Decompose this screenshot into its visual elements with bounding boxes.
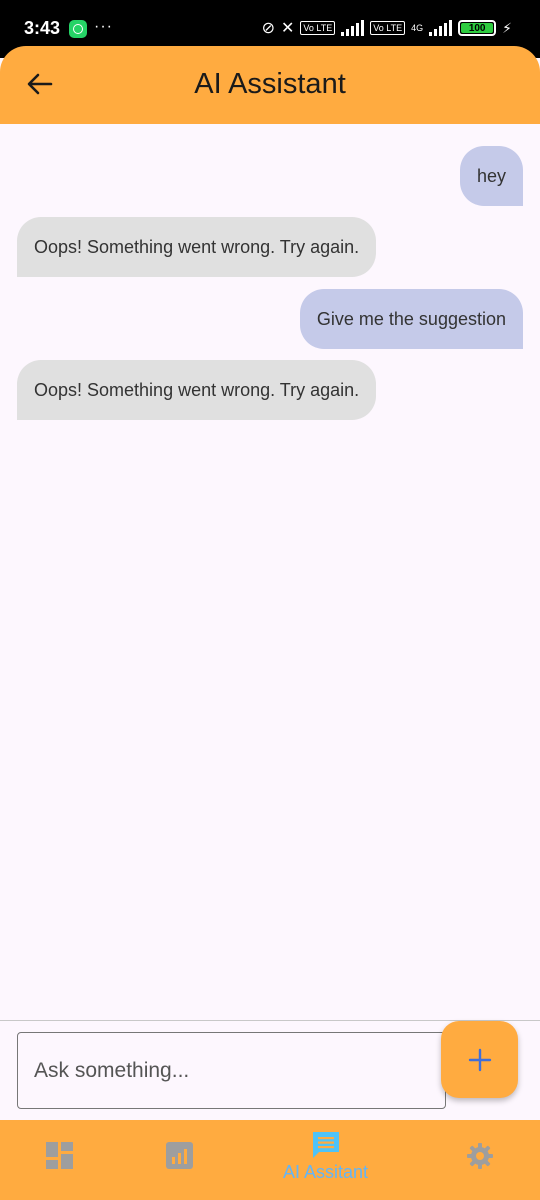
page-title: AI Assistant — [194, 68, 346, 100]
link-icon: ⊘ — [261, 20, 276, 37]
send-button[interactable] — [441, 1021, 518, 1098]
nav-item-dashboard[interactable] — [46, 1142, 73, 1169]
battery-level: 100 — [468, 22, 486, 34]
user-message: hey — [459, 146, 523, 206]
chat-area[interactable]: hey Oops! Something went wrong. Try agai… — [0, 124, 540, 1020]
message-input-container[interactable] — [17, 1032, 446, 1109]
nav-item-ai-assistant[interactable]: AI Assitant — [283, 1130, 368, 1183]
chat-icon — [312, 1132, 339, 1158]
app-bar: AI Assistant — [0, 46, 540, 124]
charging-icon: ⚡ — [502, 19, 512, 36]
whatsapp-icon — [69, 20, 87, 38]
chart-icon — [166, 1142, 193, 1169]
nav-item-settings[interactable] — [466, 1142, 494, 1170]
bot-message: Oops! Something went wrong. Try again. — [17, 360, 377, 420]
network-type: 4G — [411, 23, 424, 33]
bot-message: Oops! Something went wrong. Try again. — [17, 217, 377, 277]
mute-icon: ✕ — [281, 20, 295, 37]
nav-item-analytics[interactable] — [166, 1142, 193, 1169]
signal-1-icon — [341, 20, 365, 36]
more-notifications-icon: ··· — [94, 18, 113, 35]
message-input[interactable] — [34, 1058, 445, 1083]
volte-badge-1: Vo LTE — [300, 21, 336, 35]
nav-label-ai-assistant: AI Assitant — [283, 1162, 369, 1182]
settings-icon — [467, 1143, 493, 1169]
battery-icon: 100 — [458, 20, 497, 36]
signal-2-icon — [429, 20, 453, 36]
status-time: 3:43 — [24, 18, 61, 38]
dashboard-icon — [46, 1142, 73, 1169]
volte-badge-2: Vo LTE — [370, 21, 406, 35]
user-message: Give me the suggestion — [299, 289, 523, 349]
status-icons: ⊘ ✕ Vo LTE Vo LTE 4G 100 ⚡ — [262, 17, 512, 39]
plus-icon — [468, 1048, 491, 1071]
bottom-navigation: AI Assitant — [0, 1120, 540, 1200]
